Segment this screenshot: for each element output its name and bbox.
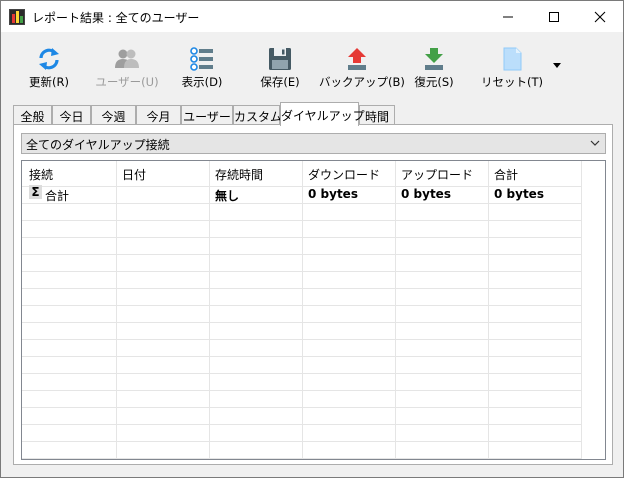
report-window: レポート結果 : 全てのユーザー 更新(R) ユーザー(U) 表示(D) 保存(…	[0, 0, 624, 478]
users-button[interactable]: ユーザー(U)	[93, 46, 161, 92]
tab-dialup[interactable]: ダイヤルアップ	[280, 102, 365, 126]
list-view-icon	[190, 47, 213, 71]
backup-button[interactable]: バックアップ(B)	[319, 46, 405, 92]
refresh-icon	[39, 48, 59, 70]
column-header-total[interactable]: 合計	[494, 166, 518, 183]
maximize-button[interactable]	[531, 1, 577, 32]
toolbar: 更新(R) ユーザー(U) 表示(D) 保存(E) バックアップ(B) 復元(S…	[1, 32, 623, 94]
column-header-upload[interactable]: アップロード	[401, 166, 473, 183]
minimize-icon	[503, 16, 513, 18]
restore-icon	[425, 48, 443, 70]
total-row-connection[interactable]: 合計	[45, 187, 69, 204]
refresh-button[interactable]: 更新(R)	[19, 46, 79, 92]
column-header-date[interactable]: 日付	[122, 166, 146, 183]
tab-users[interactable]: ユーザー	[181, 105, 233, 125]
app-icon	[9, 9, 25, 25]
close-button[interactable]	[577, 1, 623, 32]
save-button-label: 保存(E)	[260, 75, 300, 89]
sigma-icon: Σ	[29, 185, 42, 199]
reset-button[interactable]: リセット(T)	[479, 46, 545, 92]
tab-custom[interactable]: カスタム	[233, 105, 282, 125]
connection-filter-select[interactable]: 全てのダイヤルアップ接続	[21, 133, 606, 154]
toolbar-more-dropdown-icon[interactable]	[553, 63, 561, 68]
reset-button-label: リセット(T)	[481, 75, 543, 89]
maximize-icon	[549, 12, 559, 22]
tab-this-week[interactable]: 今週	[91, 105, 136, 125]
total-row-upload[interactable]: 0 bytes	[401, 187, 451, 201]
refresh-button-label: 更新(R)	[29, 75, 69, 89]
column-header-duration[interactable]: 存続時間	[215, 166, 263, 183]
column-header-download[interactable]: ダウンロード	[308, 166, 380, 183]
backup-button-label: バックアップ(B)	[319, 75, 405, 89]
window-title: レポート結果 : 全てのユーザー	[32, 11, 200, 25]
users-icon	[115, 49, 139, 68]
restore-button[interactable]: 復元(S)	[405, 46, 463, 92]
tab-today[interactable]: 今日	[52, 105, 91, 125]
dialup-tab-page: 全てのダイヤルアップ接続 接続 日付 存続時間 ダウンロード アップロード 合計…	[13, 124, 613, 465]
restore-button-label: 復元(S)	[414, 75, 454, 89]
close-icon	[594, 11, 606, 23]
report-table[interactable]: 接続 日付 存続時間 ダウンロード アップロード 合計 Σ 合計 無し 0 by…	[21, 160, 606, 460]
connection-filter-value: 全てのダイヤルアップ接続	[26, 138, 170, 152]
total-row-duration[interactable]: 無し	[215, 187, 239, 204]
users-button-label: ユーザー(U)	[95, 75, 159, 89]
tab-general[interactable]: 全般	[13, 105, 52, 125]
save-button[interactable]: 保存(E)	[251, 46, 309, 92]
minimize-button[interactable]	[485, 1, 531, 32]
table-gridlines	[22, 161, 582, 459]
chevron-down-icon	[590, 140, 600, 146]
title-bar[interactable]: レポート結果 : 全てのユーザー	[1, 1, 623, 32]
display-button-label: 表示(D)	[181, 75, 223, 89]
save-icon	[269, 48, 291, 70]
display-button[interactable]: 表示(D)	[173, 46, 231, 92]
reset-icon	[503, 47, 522, 71]
column-header-connection[interactable]: 接続	[29, 166, 53, 183]
total-row-total[interactable]: 0 bytes	[494, 187, 544, 201]
tab-this-month[interactable]: 今月	[136, 105, 181, 125]
total-row-download[interactable]: 0 bytes	[308, 187, 358, 201]
backup-icon	[348, 48, 366, 70]
